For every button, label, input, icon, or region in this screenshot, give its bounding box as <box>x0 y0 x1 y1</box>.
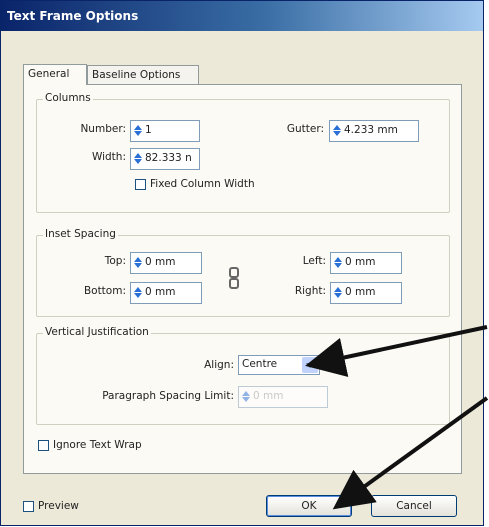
annotation-arrow-ok <box>332 396 489 510</box>
tab-general[interactable]: General <box>23 64 87 85</box>
annotation-arrow-align <box>305 325 488 378</box>
